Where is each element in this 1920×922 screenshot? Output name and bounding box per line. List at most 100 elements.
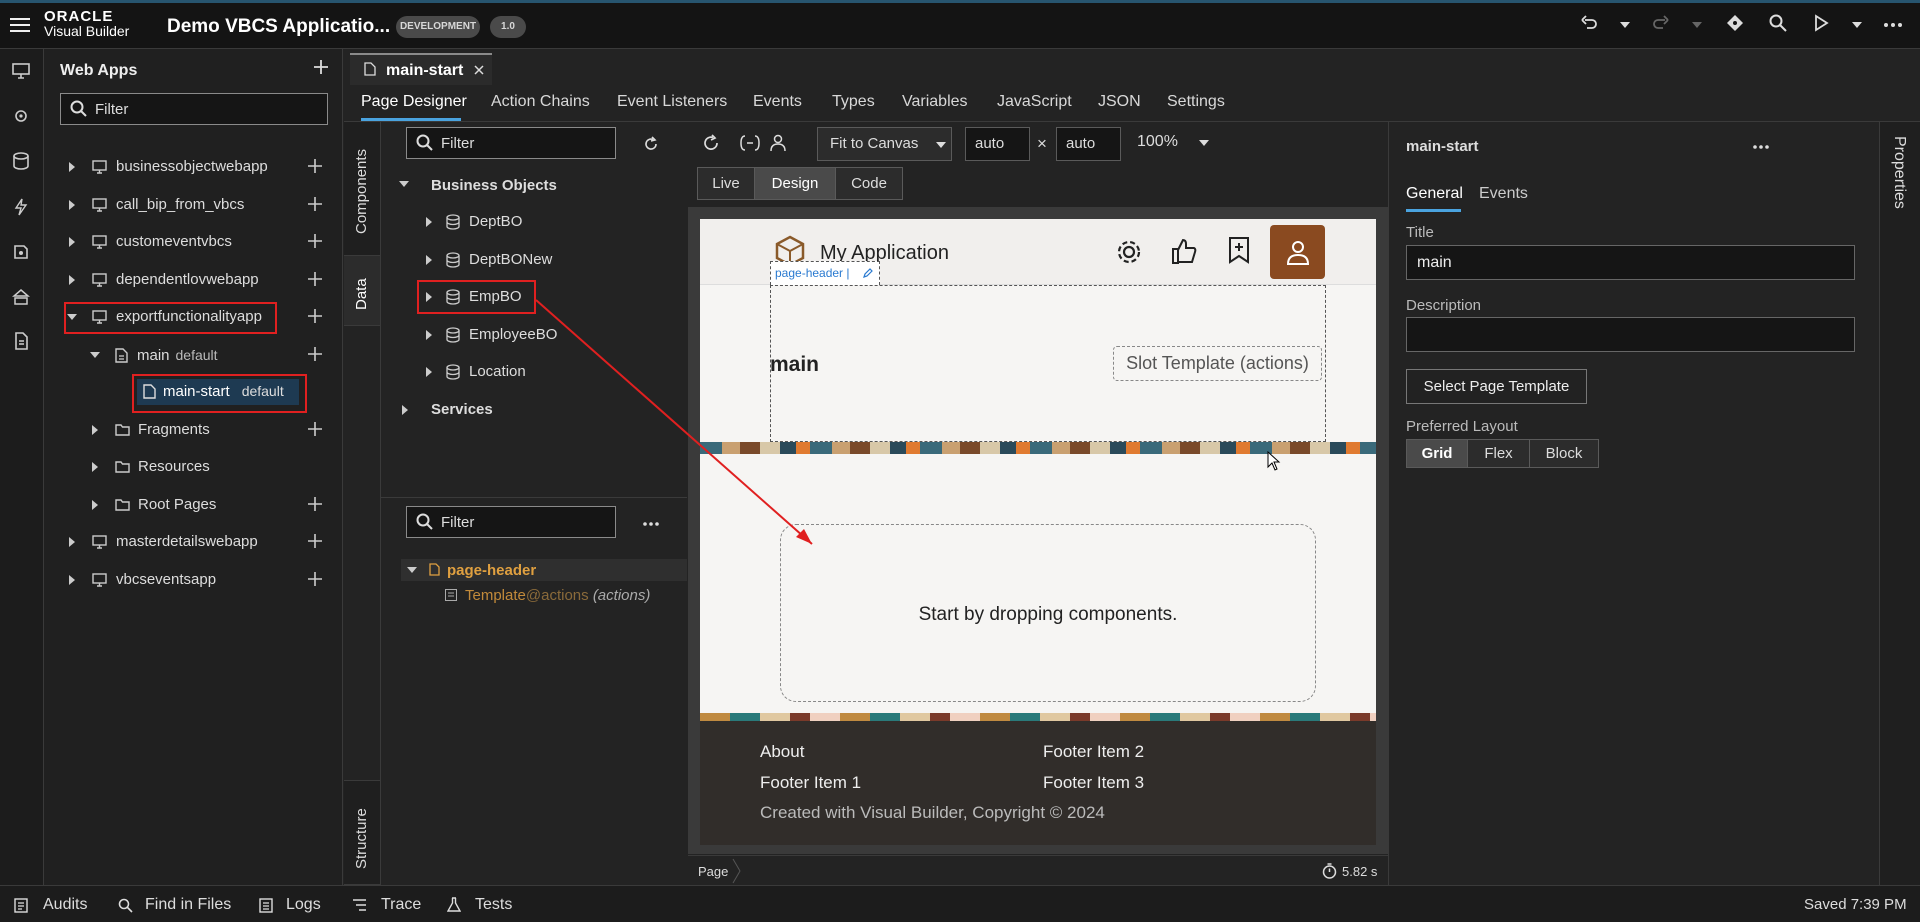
expand-caret-icon[interactable] (426, 330, 432, 340)
tree-item-businessobjectwebapp[interactable]: businessobjectwebapp (64, 152, 334, 182)
page-header-label[interactable]: page-header | (770, 261, 880, 285)
add-web-app-plus-icon[interactable] (313, 59, 329, 75)
undo-icon[interactable] (1580, 14, 1598, 32)
git-icon[interactable] (1726, 14, 1744, 32)
collapse-caret-icon[interactable] (407, 567, 417, 573)
side-tab-properties[interactable]: Properties (1879, 122, 1920, 885)
layout-block-button[interactable]: Block (1529, 439, 1599, 468)
expand-caret-icon[interactable] (402, 405, 408, 415)
tree-item-masterdetailswebapp[interactable]: masterdetailswebapp (64, 527, 334, 557)
add-plus-icon[interactable] (308, 347, 322, 361)
expand-caret-icon[interactable] (69, 537, 75, 547)
status-trace[interactable]: Trace (352, 896, 421, 914)
business-objects-database-icon[interactable] (12, 152, 30, 170)
tab-variables[interactable]: Variables (902, 93, 968, 121)
data-filter-input[interactable] (406, 127, 616, 159)
tree-item-dependentlovwebapp[interactable]: dependentlovwebapp (64, 265, 334, 295)
mode-live-button[interactable]: Live (697, 167, 755, 200)
components-icon[interactable] (12, 243, 30, 261)
tree-item-customeventvbcs[interactable]: customeventvbcs (64, 227, 334, 257)
redo-dropdown-chevron-down-icon[interactable] (1692, 22, 1702, 28)
collapse-caret-icon[interactable] (399, 181, 409, 187)
add-plus-icon[interactable] (308, 234, 322, 248)
expand-caret-icon[interactable] (426, 255, 432, 265)
run-play-icon[interactable] (1812, 14, 1830, 32)
add-plus-icon[interactable] (308, 572, 322, 586)
user-role-icon[interactable] (770, 134, 786, 152)
tab-events-properties[interactable]: Events (1479, 185, 1528, 203)
mode-code-button[interactable]: Code (835, 167, 903, 200)
edit-pencil-icon[interactable] (863, 268, 873, 278)
bo-item-deptbonew[interactable]: DeptBONew (420, 245, 660, 275)
mode-design-button[interactable]: Design (754, 167, 836, 200)
tree-item-main[interactable]: main default (87, 340, 334, 370)
tab-general[interactable]: General (1406, 185, 1463, 212)
tree-item-call-bip-from-vbcs[interactable]: call_bip_from_vbcs (64, 190, 334, 220)
side-tab-components[interactable]: Components (344, 122, 380, 256)
web-apps-monitor-icon[interactable] (12, 63, 30, 79)
expand-caret-icon[interactable] (69, 162, 75, 172)
fit-to-canvas-dropdown[interactable]: Fit to Canvas (817, 127, 952, 161)
services-icon[interactable] (12, 108, 30, 124)
tab-page-designer[interactable]: Page Designer (361, 93, 467, 121)
undo-dropdown-chevron-down-icon[interactable] (1620, 22, 1630, 28)
expand-caret-icon[interactable] (426, 367, 432, 377)
status-tests[interactable]: Tests (447, 896, 512, 914)
breadcrumb-page[interactable]: Page (698, 864, 728, 879)
expand-caret-icon[interactable] (92, 462, 98, 472)
add-plus-icon[interactable] (308, 422, 322, 436)
file-tab-main-start[interactable]: main-start (350, 53, 492, 85)
expand-caret-icon[interactable] (69, 275, 75, 285)
expand-caret-icon[interactable] (69, 575, 75, 585)
status-logs[interactable]: Logs (259, 896, 321, 914)
app-title[interactable]: Demo VBCS Applicatio... (167, 16, 390, 38)
expand-caret-icon[interactable] (92, 425, 98, 435)
resources-document-icon[interactable] (12, 332, 30, 350)
tab-json[interactable]: JSON (1098, 93, 1141, 121)
zoom-dropdown[interactable]: 100% (1137, 133, 1217, 151)
expand-caret-icon[interactable] (426, 217, 432, 227)
layouts-icon[interactable] (12, 288, 30, 306)
layout-grid-button[interactable]: Grid (1406, 439, 1468, 468)
tree-item-vbcseventsapp[interactable]: vbcseventsapp (64, 565, 334, 595)
variable-binding-icon[interactable] (740, 135, 760, 151)
more-options-icon[interactable] (1884, 23, 1902, 27)
tab-events[interactable]: Events (753, 93, 802, 121)
expand-caret-icon[interactable] (69, 237, 75, 247)
tab-settings[interactable]: Settings (1167, 93, 1225, 121)
add-plus-icon[interactable] (308, 309, 322, 323)
refresh-icon[interactable] (702, 134, 720, 152)
search-icon[interactable] (1769, 14, 1787, 32)
navigator-filter-input[interactable] (60, 93, 328, 125)
collapse-caret-icon[interactable] (90, 352, 100, 358)
hamburger-menu-icon[interactable] (10, 16, 30, 34)
select-page-template-button[interactable]: Select Page Template (1406, 369, 1587, 404)
status-audits[interactable]: Audits (14, 896, 87, 914)
layout-flex-button[interactable]: Flex (1467, 439, 1530, 468)
business-objects-header[interactable]: Business Objects (431, 177, 557, 194)
tab-event-listeners[interactable]: Event Listeners (617, 93, 727, 121)
slot-template-actions[interactable]: Slot Template (actions) (1113, 346, 1322, 381)
add-plus-icon[interactable] (308, 534, 322, 548)
add-plus-icon[interactable] (308, 197, 322, 211)
drop-zone[interactable]: Start by dropping components. (780, 524, 1316, 702)
processes-lightning-icon[interactable] (12, 198, 30, 216)
add-plus-icon[interactable] (308, 272, 322, 286)
tree-item-resources[interactable]: Resources (87, 452, 334, 482)
side-tab-data[interactable]: Data (344, 256, 380, 326)
add-plus-icon[interactable] (308, 159, 322, 173)
expand-caret-icon[interactable] (92, 500, 98, 510)
add-plus-icon[interactable] (308, 497, 322, 511)
services-header[interactable]: Services (431, 401, 493, 418)
canvas-height-input[interactable]: auto (1056, 127, 1121, 161)
expand-caret-icon[interactable] (69, 200, 75, 210)
refresh-icon[interactable] (643, 136, 659, 152)
tree-item-fragments[interactable]: Fragments (87, 415, 334, 445)
status-find-in-files[interactable]: Find in Files (118, 896, 231, 914)
tab-javascript[interactable]: JavaScript (997, 93, 1072, 121)
tab-types[interactable]: Types (832, 93, 875, 121)
tab-action-chains[interactable]: Action Chains (491, 93, 590, 121)
redo-icon[interactable] (1652, 14, 1670, 32)
properties-more-icon[interactable] (1753, 145, 1769, 149)
bo-item-deptbo[interactable]: DeptBO (420, 207, 660, 237)
